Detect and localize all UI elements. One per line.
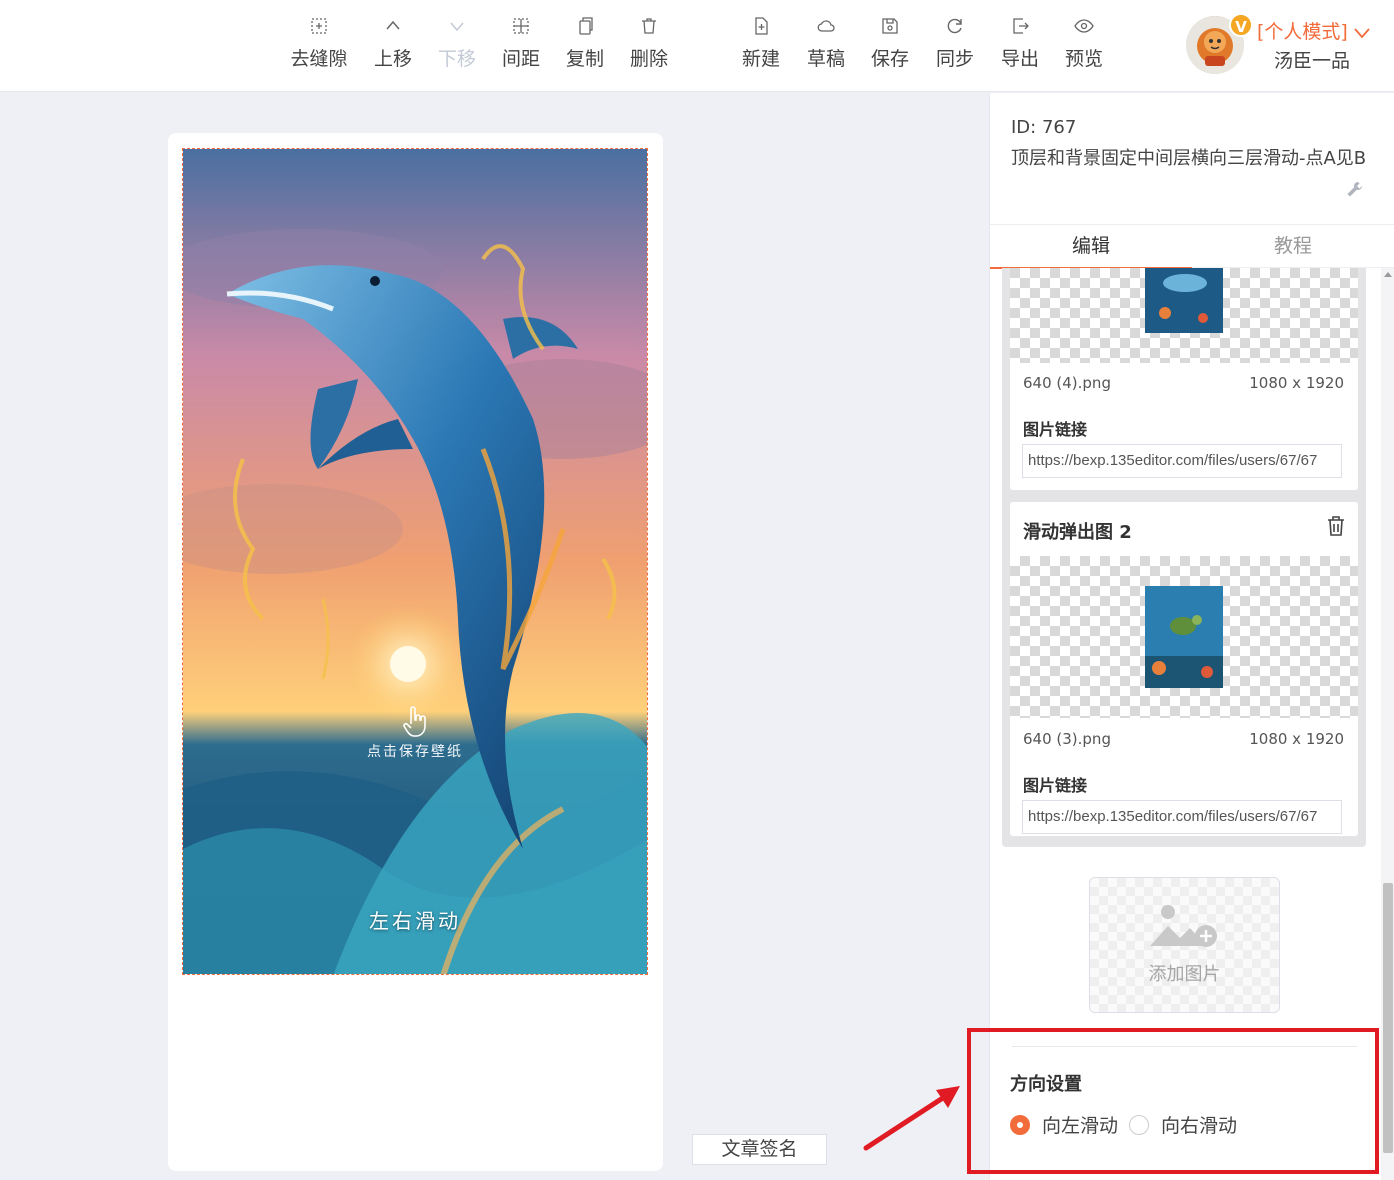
draft-button[interactable]: 草稿 (794, 16, 858, 71)
image-list: 640 (4).png 1080 x 1920 图片链接 https://bex… (1002, 268, 1366, 847)
template-id: ID: 767 (1011, 117, 1077, 138)
copy-icon (553, 16, 617, 40)
remove-gap-label: 去缝隙 (290, 48, 348, 70)
copy-button[interactable]: 复制 (553, 16, 617, 71)
radio-slide-right[interactable]: 向右滑动 (1129, 1111, 1237, 1138)
spacing-button[interactable]: 间距 (489, 16, 553, 71)
image-preview (1010, 268, 1358, 363)
delete-label: 删除 (629, 48, 668, 70)
draft-label: 草稿 (806, 48, 845, 70)
dolphin-wallpaper-image[interactable]: 点击保存壁纸 左右滑动 (182, 148, 648, 975)
chevron-up-icon (361, 16, 425, 40)
radio-button-icon (1129, 1115, 1149, 1135)
wrench-icon[interactable] (1346, 181, 1364, 199)
add-image-label: 添加图片 (1148, 964, 1221, 985)
image-file-name: 640 (4).png (1023, 374, 1111, 392)
dolphin-illustration (183, 149, 647, 974)
move-down-label: 下移 (437, 48, 476, 70)
radio-slide-left[interactable]: 向左滑动 (1010, 1111, 1118, 1138)
image-file-name: 640 (3).png (1023, 730, 1111, 748)
image-link-input[interactable]: https://bexp.135editor.com/files/users/6… (1022, 444, 1342, 478)
add-image-icon (1150, 905, 1217, 947)
tap-hand-icon (403, 706, 426, 737)
image-card-title: 滑动弹出图 2 (1023, 522, 1132, 543)
image-card: 滑动弹出图 2 640 (3).png 1080 x 1920 图片链接 htt… (1010, 502, 1358, 836)
tab-edit[interactable]: 编辑 (990, 225, 1192, 269)
radio-label: 向右滑动 (1161, 1115, 1238, 1137)
sync-label: 同步 (935, 48, 974, 70)
copy-label: 复制 (565, 48, 604, 70)
panel-tabs: 编辑 教程 (990, 224, 1394, 269)
export-icon (988, 16, 1052, 40)
mode-dropdown[interactable]: [个人模式] (1257, 17, 1370, 44)
trash-icon (617, 16, 681, 40)
image-dimensions: 1080 x 1920 (1249, 374, 1344, 392)
username: 汤臣一品 (1274, 50, 1351, 72)
remove-gap-button[interactable]: 去缝隙 (287, 16, 351, 71)
new-file-icon (729, 16, 793, 40)
new-label: 新建 (741, 48, 780, 70)
sync-icon (923, 16, 987, 40)
tap-save-hint: 点击保存壁纸 (367, 744, 463, 760)
image-preview (1010, 556, 1358, 718)
cloud-icon (794, 16, 858, 40)
export-button[interactable]: 导出 (988, 16, 1052, 71)
add-image-button[interactable]: 添加图片 (1089, 877, 1280, 1013)
image-card: 640 (4).png 1080 x 1920 图片链接 https://bex… (1010, 268, 1358, 490)
settings-panel: ID: 767 顶层和背景固定中间层横向三层滑动-点A见B 编辑 教程 640 … (989, 93, 1394, 1180)
panel-scroll-area: 640 (4).png 1080 x 1920 图片链接 https://bex… (990, 268, 1394, 1180)
delete-button[interactable]: 删除 (617, 16, 681, 71)
spacing-icon (489, 16, 553, 40)
mode-label: [个人模式] (1257, 21, 1348, 43)
chevron-down-icon (425, 16, 489, 40)
article-signature-button[interactable]: 文章签名 (692, 1134, 827, 1165)
vip-badge: V (1229, 13, 1253, 37)
eye-icon (1052, 16, 1116, 40)
scroll-up-arrow-icon[interactable] (1384, 272, 1392, 277)
radio-button-icon (1010, 1115, 1030, 1135)
export-label: 导出 (1000, 48, 1039, 70)
save-button[interactable]: 保存 (858, 16, 922, 71)
move-down-button[interactable]: 下移 (425, 16, 489, 71)
divider (1012, 1046, 1357, 1047)
image-dimensions: 1080 x 1920 (1249, 730, 1344, 748)
new-button[interactable]: 新建 (729, 16, 793, 71)
preview-label: 预览 (1064, 48, 1103, 70)
direction-settings-title: 方向设置 (1010, 1074, 1082, 1095)
image-link-label: 图片链接 (1023, 420, 1088, 439)
sync-button[interactable]: 同步 (923, 16, 987, 71)
image-link-input[interactable]: https://bexp.135editor.com/files/users/6… (1022, 800, 1342, 834)
gap-remove-icon (287, 16, 351, 40)
move-up-button[interactable]: 上移 (361, 16, 425, 71)
template-title: 顶层和背景固定中间层横向三层滑动-点A见B (1011, 148, 1367, 169)
image-thumbnail[interactable] (1145, 268, 1223, 333)
annotation-arrow-icon (863, 1086, 960, 1151)
tab-tutorial[interactable]: 教程 (1192, 225, 1394, 269)
top-toolbar: 去缝隙 上移 下移 间距 复制 删除 新建 草稿 保存 同步 导出 预览 V [… (0, 0, 1394, 92)
spacing-label: 间距 (501, 48, 540, 70)
image-link-label: 图片链接 (1023, 776, 1088, 795)
trash-icon[interactable] (1326, 515, 1346, 537)
preview-button[interactable]: 预览 (1052, 16, 1116, 71)
save-icon (858, 16, 922, 40)
move-up-label: 上移 (373, 48, 412, 70)
chevron-down-icon (1354, 27, 1370, 38)
save-label: 保存 (870, 48, 909, 70)
scrollbar-thumb[interactable] (1383, 883, 1393, 1153)
image-thumbnail[interactable] (1145, 586, 1223, 688)
slide-hint: 左右滑动 (369, 909, 461, 933)
radio-label: 向左滑动 (1042, 1115, 1119, 1137)
